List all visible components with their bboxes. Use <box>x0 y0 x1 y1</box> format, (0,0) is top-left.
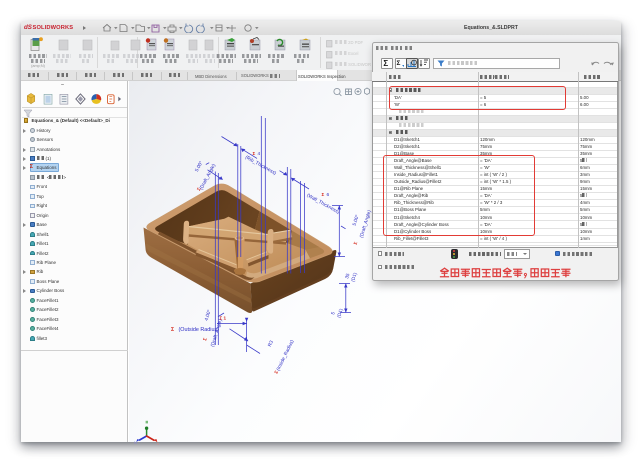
svg-text:(Inside_Radius): (Inside_Radius) <box>275 339 295 372</box>
svg-text:35: 35 <box>344 272 351 279</box>
svg-text:(Rib_Thickness): (Rib_Thickness) <box>244 155 278 177</box>
svg-text:(Outside Radius): (Outside Radius) <box>179 327 220 333</box>
svg-text:Σ: Σ <box>202 337 208 341</box>
svg-text:(D1): (D1) <box>350 272 359 283</box>
svg-text:5.00°: 5.00° <box>194 160 205 173</box>
svg-text:Σ: Σ <box>171 327 174 333</box>
svg-text:6: 6 <box>327 192 330 198</box>
svg-text:4: 4 <box>258 151 261 157</box>
svg-text:R3: R3 <box>267 339 275 347</box>
svg-text:Σ: Σ <box>322 192 325 197</box>
svg-text:4.00°: 4.00° <box>204 309 213 322</box>
svg-text:Σ: Σ <box>253 151 256 156</box>
svg-text:5.00°: 5.00° <box>352 214 361 227</box>
svg-text:x: x <box>157 441 159 446</box>
svg-text:Σ: Σ <box>353 241 359 245</box>
svg-text:(D1): (D1) <box>336 308 345 319</box>
svg-text:5: 5 <box>330 311 337 316</box>
svg-text:N: N <box>134 440 137 445</box>
svg-text:Σ 1: Σ 1 <box>220 316 227 321</box>
